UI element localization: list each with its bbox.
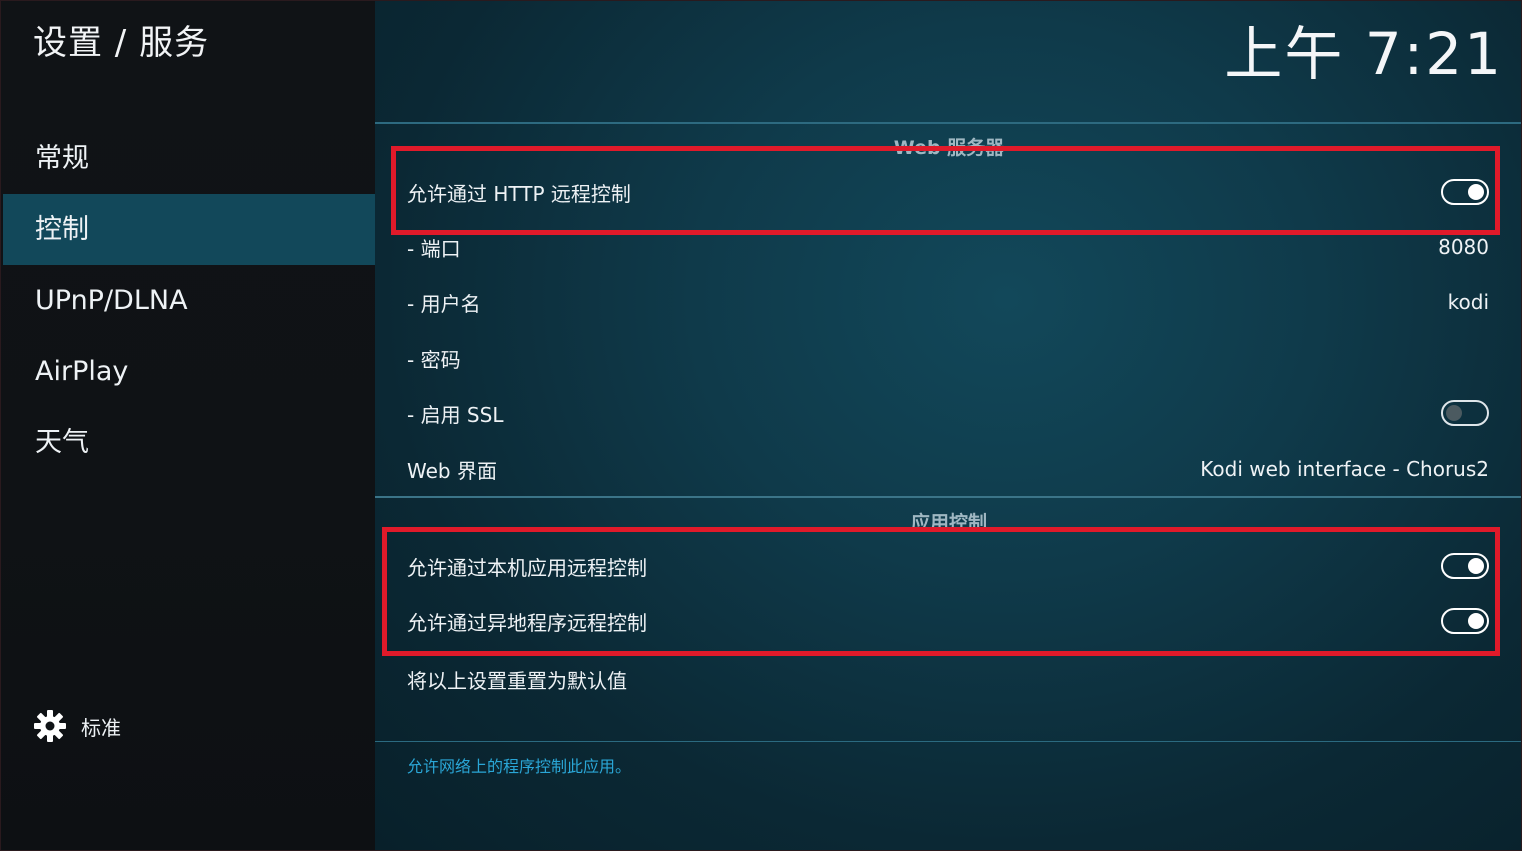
setting-username[interactable]: - 用户名 kodi [407,280,1489,324]
setting-value: kodi [1447,290,1489,314]
reset-defaults-button[interactable]: 将以上设置重置为默认值 [407,657,1489,701]
setting-enable-ssl[interactable]: - 启用 SSL [407,391,1489,435]
setting-label: 将以上设置重置为默认值 [407,668,627,693]
sidebar-item-general[interactable]: 常规 [3,123,375,194]
setting-label: - 启用 SSL [407,402,504,427]
sidebar-item-label: UPnP/DLNA [35,285,188,316]
divider [375,741,1521,742]
divider [375,496,1521,498]
page-title: 设置 / 服务 [33,23,210,63]
sidebar-item-weather[interactable]: 天气 [3,407,375,478]
sidebar-item-label: AirPlay [35,356,129,387]
divider [375,122,1521,124]
settings-level-label: 标准 [81,715,121,740]
highlight-box [391,146,1500,235]
setting-password[interactable]: - 密码 [407,336,1489,380]
sidebar-item-airplay[interactable]: AirPlay [3,336,375,407]
toggle-knob [1446,405,1462,421]
sidebar-item-label: 天气 [35,427,89,458]
sidebar-item-label: 控制 [35,214,89,245]
setting-web-interface[interactable]: Web 界面 Kodi web interface - Chorus2 [407,447,1489,491]
sidebar-item-label: 常规 [35,143,89,174]
setting-label: - 用户名 [407,291,481,316]
sidebar: 设置 / 服务 常规 控制 UPnP/DLNA AirPlay 天气 标准 [1,1,375,850]
sidebar-item-upnp-dlna[interactable]: UPnP/DLNA [3,265,375,336]
gear-icon [33,709,67,743]
sidebar-item-control[interactable]: 控制 [3,194,375,265]
app-window: 设置 / 服务 常规 控制 UPnP/DLNA AirPlay 天气 标准 上午… [0,0,1522,851]
help-text: 允许网络上的程序控制此应用。 [407,757,632,776]
settings-level-button[interactable]: 标准 [33,709,121,743]
setting-label: - 端口 [407,236,461,261]
setting-value: 8080 [1438,235,1489,259]
clock: 上午 7:21 [1224,20,1503,88]
setting-label: Web 界面 [407,458,497,483]
toggle-switch[interactable] [1441,400,1489,426]
settings-panel: 上午 7:21 Web 服务器 允许通过 HTTP 远程控制 - 端口 8080… [375,1,1521,850]
setting-value: Kodi web interface - Chorus2 [1200,457,1489,481]
highlight-box [382,527,1500,656]
setting-label: - 密码 [407,347,461,372]
